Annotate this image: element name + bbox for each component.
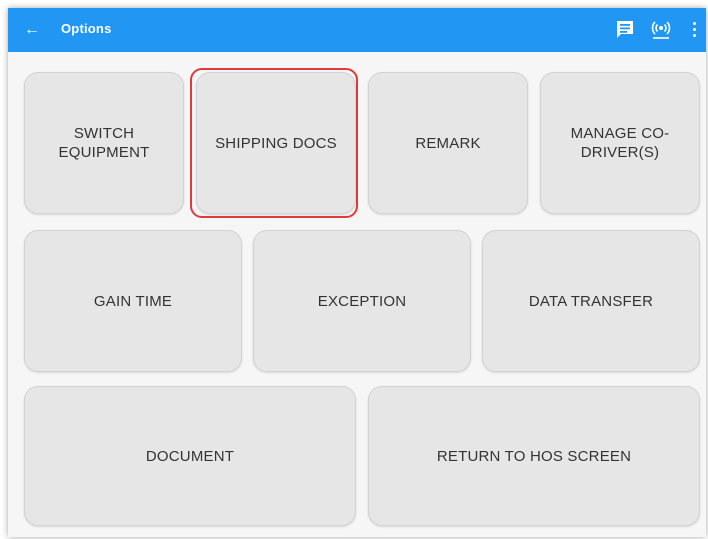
- gain-time-button[interactable]: GAIN TIME: [24, 230, 242, 372]
- gain-time-label: GAIN TIME: [93, 292, 173, 310]
- return-to-hos-label: RETURN TO HOS SCREEN: [436, 447, 632, 465]
- page-title: Options: [61, 21, 112, 36]
- return-to-hos-button[interactable]: RETURN TO HOS SCREEN: [368, 386, 700, 526]
- data-transfer-button[interactable]: DATA TRANSFER: [482, 230, 700, 372]
- message-icon[interactable]: [614, 19, 636, 41]
- shipping-docs-highlight: [190, 68, 358, 218]
- document-button[interactable]: DOCUMENT: [24, 386, 356, 526]
- document-label: DOCUMENT: [145, 447, 235, 465]
- back-arrow-icon[interactable]: ←: [20, 18, 44, 42]
- data-transfer-label: DATA TRANSFER: [528, 292, 654, 310]
- broadcast-icon[interactable]: [650, 19, 672, 41]
- exception-label: EXCEPTION: [317, 292, 407, 310]
- options-screen: ← Options SWITCH EQUIPMENT SHIPPING DOCS…: [8, 8, 706, 537]
- manage-codriver-button[interactable]: MANAGE CO- DRIVER(S): [540, 72, 700, 214]
- switch-equipment-label: SWITCH EQUIPMENT: [58, 125, 150, 161]
- app-bar: ← Options: [8, 8, 706, 52]
- exception-button[interactable]: EXCEPTION: [253, 230, 471, 372]
- switch-equipment-button[interactable]: SWITCH EQUIPMENT: [24, 72, 184, 214]
- remark-button[interactable]: REMARK: [368, 72, 528, 214]
- more-vert-icon[interactable]: [688, 19, 700, 41]
- manage-codriver-label: MANAGE CO- DRIVER(S): [570, 125, 670, 161]
- remark-label: REMARK: [415, 134, 481, 152]
